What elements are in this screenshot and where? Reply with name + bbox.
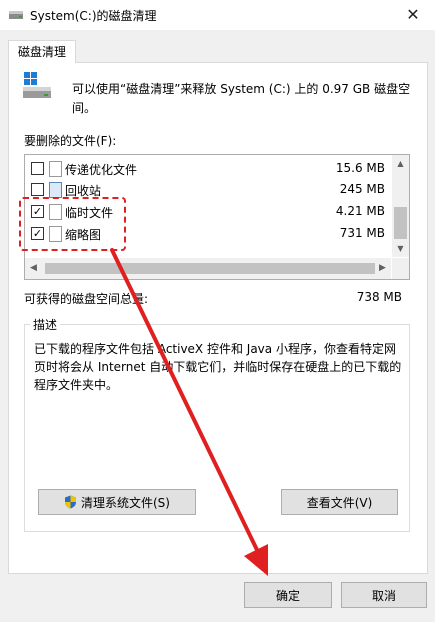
files-to-delete-label: 要删除的文件(F): bbox=[24, 134, 117, 148]
scroll-left-icon[interactable]: ◀ bbox=[25, 258, 42, 279]
scroll-thumb[interactable] bbox=[394, 207, 407, 239]
scroll-down-icon[interactable]: ▼ bbox=[392, 240, 409, 257]
uac-shield-icon bbox=[65, 495, 76, 509]
description-text: 已下载的程序文件包括 ActiveX 控件和 Java 小程序，你查看特定网页时… bbox=[34, 342, 402, 392]
scroll-up-icon[interactable]: ▲ bbox=[392, 155, 409, 172]
disk-cleanup-icon bbox=[9, 11, 23, 19]
close-icon[interactable]: ✕ bbox=[391, 0, 435, 30]
clean-system-files-label: 清理系统文件(S) bbox=[81, 496, 170, 510]
space-gain-label: 可获得的磁盘空间总量: bbox=[24, 292, 149, 306]
title-bar: System(C:)的磁盘清理 ✕ bbox=[0, 0, 435, 30]
view-files-button[interactable]: 查看文件(V) bbox=[281, 489, 398, 515]
vertical-scrollbar[interactable]: ▲ ▼ bbox=[392, 155, 409, 257]
ok-button[interactable]: 确定 bbox=[244, 582, 332, 608]
intro-text: 可以使用“磁盘清理”来释放 System (C:) 上的 0.97 GB 磁盘空… bbox=[72, 82, 411, 115]
file-size: 15.6 MB bbox=[335, 161, 385, 175]
window-title: System(C:)的磁盘清理 bbox=[30, 9, 157, 23]
drive-icon bbox=[23, 72, 51, 98]
file-name: 传递优化文件 bbox=[65, 163, 138, 177]
checkbox[interactable] bbox=[31, 162, 44, 175]
horizontal-scrollbar[interactable]: ◀ ▶ bbox=[25, 258, 391, 279]
space-gain-value: 738 MB bbox=[356, 290, 402, 304]
scroll-right-icon[interactable]: ▶ bbox=[374, 258, 391, 279]
list-item[interactable]: 传递优化文件 15.6 MB bbox=[25, 158, 391, 179]
file-size: 4.21 MB bbox=[335, 204, 385, 218]
annotation-highlight-box bbox=[19, 197, 126, 251]
scroll-thumb[interactable] bbox=[45, 263, 375, 274]
recycle-bin-icon bbox=[49, 182, 62, 198]
description-title: 描述 bbox=[30, 316, 61, 333]
scroll-corner bbox=[392, 258, 409, 279]
file-size: 731 MB bbox=[339, 226, 385, 240]
file-icon bbox=[49, 161, 62, 177]
clean-system-files-button[interactable]: 清理系统文件(S) bbox=[38, 489, 196, 515]
file-size: 245 MB bbox=[339, 182, 385, 196]
tab-disk-cleanup[interactable]: 磁盘清理 bbox=[8, 40, 76, 63]
cancel-button[interactable]: 取消 bbox=[341, 582, 427, 608]
checkbox[interactable] bbox=[31, 183, 44, 196]
